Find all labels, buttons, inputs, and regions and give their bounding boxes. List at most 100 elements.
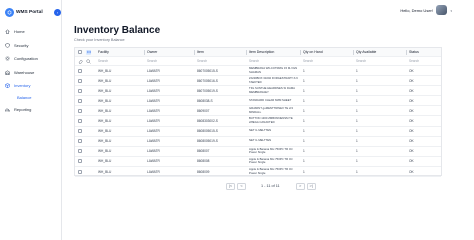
- filter-input-status[interactable]: Search: [409, 57, 439, 65]
- row-select-cell[interactable]: [78, 106, 84, 115]
- cell-item: 8607005019-S: [197, 88, 218, 93]
- columns-cell[interactable]: [86, 48, 92, 56]
- filter-input-owner[interactable]: Search: [147, 57, 192, 65]
- table-row[interactable]: WH_BLU LAWATR 8608005015-S NET IL MELTTEN 1 1…: [75, 127, 441, 137]
- cell-item: 8607005016-S: [197, 78, 218, 83]
- next-page-button[interactable]: >: [295, 182, 305, 190]
- row-select-cell[interactable]: [78, 96, 84, 105]
- column-header-status[interactable]: Status: [409, 48, 439, 56]
- sidebar-subitem-balance[interactable]: Balance: [0, 93, 62, 103]
- filter-input-item[interactable]: Search: [197, 57, 245, 65]
- cell-facility: WH_BLU: [98, 98, 112, 103]
- column-divider[interactable]: [406, 50, 407, 55]
- row-select-cell[interactable]: [78, 86, 84, 95]
- brand[interactable]: WMS Portal: [5, 7, 57, 18]
- row-select-cell[interactable]: [78, 127, 84, 136]
- user-greeting: Hello, Demo User!: [400, 8, 433, 13]
- sidebar-item-home[interactable]: Home: [0, 25, 62, 39]
- sidebar-item-inventory[interactable]: Inventory: [0, 79, 62, 93]
- row-checkbox[interactable]: [78, 78, 82, 83]
- sidebar-item-configuration[interactable]: Configuration: [0, 52, 62, 66]
- table-row[interactable]: WH_BLU LAWATR 8608005019-S NET IL MELTTEN 1 1…: [75, 137, 441, 147]
- sidebar-item-warehouse[interactable]: Warehouse: [0, 66, 62, 80]
- table-row[interactable]: WH_BLU LAWATR 8607005019-S TDL SUNTHE HEARD…: [75, 86, 441, 97]
- row-checkbox[interactable]: [78, 169, 82, 174]
- select-all-cell[interactable]: [78, 48, 84, 56]
- filter-input-qty-available[interactable]: Search: [356, 57, 406, 65]
- column-header-item-description[interactable]: Item Description: [249, 48, 299, 56]
- table-row[interactable]: WH_BLU LAWATR 8607005016-S ZANDBOX 31002 FO…: [75, 76, 441, 87]
- cell-facility: WH_BLU: [98, 169, 112, 174]
- column-divider[interactable]: [194, 50, 195, 55]
- table-row[interactable]: WH_BLU LAWATR 8608008 Apple & Banana Mix 75…: [75, 157, 441, 167]
- filter-input-facility[interactable]: Search: [98, 57, 143, 65]
- row-checkbox[interactable]: [78, 98, 82, 103]
- first-page-button[interactable]: |<: [226, 182, 235, 190]
- sidebar-item-label: Home: [14, 29, 25, 35]
- row-select-cell[interactable]: [78, 76, 84, 85]
- row-select-cell[interactable]: [78, 167, 84, 176]
- grid-header-row: Facility Owner Item Item Description Qty…: [75, 48, 441, 57]
- filter-input-item-description[interactable]: Search: [249, 57, 299, 65]
- box-icon: [5, 83, 10, 89]
- column-header-item[interactable]: Item: [197, 48, 245, 56]
- collapse-sidebar-button[interactable]: ‹: [54, 9, 61, 16]
- select-all-checkbox[interactable]: [78, 50, 82, 54]
- row-checkbox[interactable]: [78, 119, 82, 124]
- column-divider[interactable]: [144, 50, 145, 55]
- page-summary: 1 - 11 of 11: [261, 184, 280, 188]
- cell-owner: LAWATR: [147, 159, 160, 164]
- column-divider[interactable]: [353, 50, 354, 55]
- cell-qty-on-hand: 1: [303, 108, 305, 113]
- sidebar-item-label: Reporting: [14, 106, 32, 112]
- column-header-qty-on-hand[interactable]: Qty on Hand: [303, 48, 351, 56]
- row-checkbox[interactable]: [78, 139, 82, 144]
- row-select-cell[interactable]: [78, 66, 84, 75]
- row-checkbox[interactable]: [78, 149, 82, 154]
- avatar[interactable]: [436, 5, 447, 15]
- row-checkbox[interactable]: [78, 108, 82, 113]
- table-row[interactable]: WH_BLU LAWATR 8608303002-S BUTTON 1300 ZMBO…: [75, 117, 441, 127]
- clear-filter-cell[interactable]: [78, 57, 84, 65]
- row-checkbox[interactable]: [78, 159, 82, 164]
- cell-item: 8608005015-S: [197, 129, 218, 134]
- row-checkbox[interactable]: [78, 88, 82, 93]
- filter-input-qty-on-hand[interactable]: Search: [303, 57, 351, 65]
- last-page-button[interactable]: >|: [306, 182, 316, 190]
- eraser-icon[interactable]: [78, 59, 83, 64]
- row-checkbox[interactable]: [78, 129, 82, 134]
- column-divider[interactable]: [246, 50, 247, 55]
- row-select-cell[interactable]: [78, 117, 84, 126]
- cell-item: 8608303002-S: [197, 119, 218, 124]
- table-row[interactable]: WH_BLU LAWATR 8608009 Apple & Banana Mix 75…: [75, 167, 441, 178]
- cell-status: OK: [409, 159, 414, 164]
- sidebar-item-security[interactable]: Security: [0, 39, 62, 53]
- cell-qty-available: 1: [356, 169, 358, 174]
- search-filter-cell[interactable]: [86, 57, 92, 65]
- column-divider[interactable]: [300, 50, 301, 55]
- row-select-cell[interactable]: [78, 147, 84, 156]
- table-row[interactable]: WH_BLU LAWATR 8608007 Apple & Banana Mix 75…: [75, 147, 441, 157]
- prev-page-button[interactable]: <: [237, 182, 246, 190]
- table-row[interactable]: WH_BLU LAWATR 8607005015-S MEMBRANA WILCOTR…: [75, 66, 441, 77]
- cell-item-description: STANDARD CLEAR 6MM SHEET: [249, 98, 292, 103]
- row-checkbox[interactable]: [78, 68, 82, 73]
- row-select-cell[interactable]: [78, 137, 84, 146]
- cell-item-description: Apple & Banana Mix 750PC TR Oil Power Si…: [249, 156, 293, 165]
- cell-item-description: MEMBRANA WILCOTRMG 15 M-VGN SHAMAN: [249, 66, 298, 74]
- table-row[interactable]: WH_BLU LAWATR 8608038-S STANDARD CLEAR 6MM …: [75, 96, 441, 107]
- cell-status: OK: [409, 108, 414, 113]
- column-header-qty-available[interactable]: Qty Available: [356, 48, 406, 56]
- grid-filter-row: Search Search Search Search Search Searc…: [75, 57, 441, 66]
- search-icon[interactable]: [86, 58, 91, 64]
- table-row[interactable]: WH_BLU LAWATR 8609007 GRAMINT guMENTTRINEX …: [75, 106, 441, 117]
- cell-facility: WH_BLU: [98, 139, 112, 144]
- cell-item: 8608005019-S: [197, 139, 218, 144]
- column-header-owner[interactable]: Owner: [147, 48, 192, 56]
- cell-status: OK: [409, 98, 414, 103]
- chevron-down-icon[interactable]: ▾: [450, 9, 452, 13]
- columns-icon[interactable]: [86, 49, 91, 55]
- row-select-cell[interactable]: [78, 157, 84, 166]
- column-header-facility[interactable]: Facility: [98, 48, 143, 56]
- sidebar-item-reporting[interactable]: Reporting: [0, 103, 62, 117]
